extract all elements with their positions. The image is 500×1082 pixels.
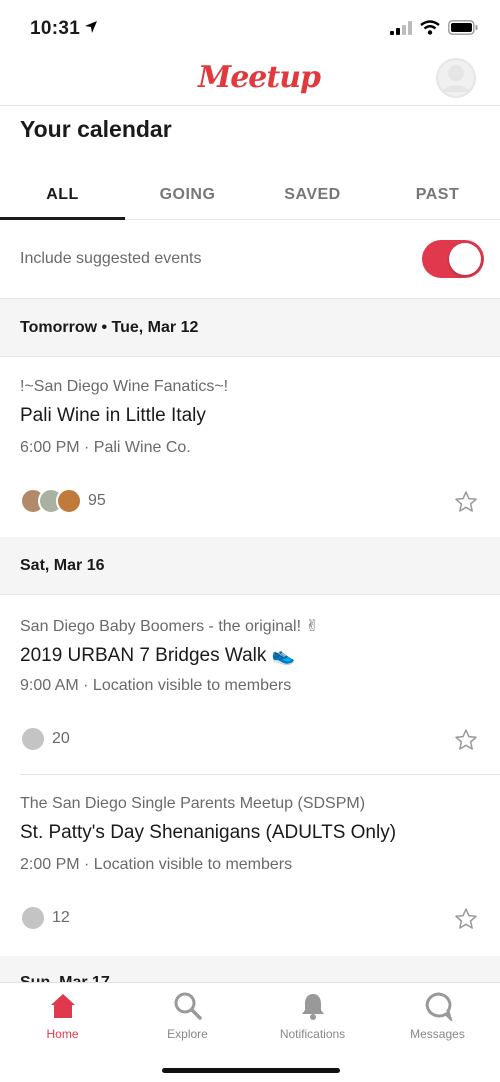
home-icon xyxy=(48,991,78,1026)
tab-going[interactable]: GOING xyxy=(125,172,250,219)
wifi-icon xyxy=(420,20,440,40)
status-icons xyxy=(390,20,478,40)
attendee-avatar xyxy=(56,488,82,514)
attendee-list[interactable]: 95 xyxy=(20,488,106,514)
date-header-label: Sun, Mar 17 xyxy=(20,974,110,982)
date-header-label: Sat, Mar 16 xyxy=(20,557,105,574)
nav-label: Notifications xyxy=(279,1027,346,1041)
suggested-events-row: Include suggested events xyxy=(0,221,500,299)
tab-past[interactable]: PAST xyxy=(375,172,500,219)
bell-icon xyxy=(298,991,328,1026)
status-time: 10:31 xyxy=(30,18,81,39)
page-title: Your calendar xyxy=(20,116,172,142)
signal-icon xyxy=(390,20,412,40)
star-icon[interactable] xyxy=(454,907,478,936)
attendee-count: 95 xyxy=(88,492,106,509)
suggested-events-toggle[interactable] xyxy=(422,240,484,278)
location-arrow-icon xyxy=(84,20,98,39)
calendar-tabs: ALL GOING SAVED PAST xyxy=(0,172,500,220)
star-icon[interactable] xyxy=(454,490,478,519)
event-group-name: !~San Diego Wine Fanatics~! xyxy=(20,378,229,395)
home-indicator xyxy=(162,1068,340,1073)
profile-avatar[interactable] xyxy=(436,58,476,98)
attendee-list[interactable]: 12 xyxy=(20,905,70,931)
battery-icon xyxy=(448,20,478,40)
nav-messages[interactable]: Messages xyxy=(375,983,500,1082)
event-time-location: 2:00 PM · Location visible to members xyxy=(20,856,293,873)
nav-label: Messages xyxy=(410,1027,465,1041)
chat-bubble-icon xyxy=(423,991,453,1026)
date-header-label: Tomorrow • Tue, Mar 12 xyxy=(20,319,199,336)
event-title[interactable]: 2019 URBAN 7 Bridges Walk 👟 xyxy=(20,643,295,667)
search-icon xyxy=(173,991,203,1026)
event-group-name: The San Diego Single Parents Meetup (SDS… xyxy=(20,795,366,812)
date-header: Sun, Mar 17 xyxy=(0,956,500,982)
event-title[interactable]: St. Patty's Day Shenanigans (ADULTS Only… xyxy=(20,822,396,844)
attendee-count: 20 xyxy=(52,730,70,747)
event-group-name: San Diego Baby Boomers - the original! ✌ xyxy=(20,618,319,635)
date-header: Tomorrow • Tue, Mar 12 xyxy=(0,299,500,357)
app-header: Meetup xyxy=(0,56,500,106)
nav-home[interactable]: Home xyxy=(0,983,125,1082)
event-time-location: 6:00 PM · Pali Wine Co. xyxy=(20,439,191,456)
event-card[interactable]: San Diego Baby Boomers - the original! ✌… xyxy=(0,596,500,774)
status-bar: 10:31 xyxy=(0,0,500,58)
meetup-logo[interactable]: Meetup xyxy=(198,60,321,95)
attendee-avatar xyxy=(20,905,46,931)
tab-all[interactable]: ALL xyxy=(0,172,125,220)
nav-label: Home xyxy=(46,1027,79,1041)
event-card[interactable]: The San Diego Single Parents Meetup (SDS… xyxy=(0,775,500,955)
attendee-count: 12 xyxy=(52,909,70,926)
event-card[interactable]: !~San Diego Wine Fanatics~! Pali Wine in… xyxy=(0,358,500,536)
star-icon[interactable] xyxy=(454,728,478,757)
nav-label: Explore xyxy=(167,1027,208,1041)
tab-saved[interactable]: SAVED xyxy=(250,172,375,219)
attendee-avatar xyxy=(20,726,46,752)
attendee-list[interactable]: 20 xyxy=(20,726,70,752)
suggested-events-label: Include suggested events xyxy=(20,250,202,267)
toggle-knob xyxy=(449,243,481,275)
bottom-nav: Home Explore Notifications Messages xyxy=(0,982,500,1082)
event-title[interactable]: Pali Wine in Little Italy xyxy=(20,405,206,427)
event-time-location: 9:00 AM · Location visible to members xyxy=(20,677,292,694)
date-header: Sat, Mar 16 xyxy=(0,537,500,595)
